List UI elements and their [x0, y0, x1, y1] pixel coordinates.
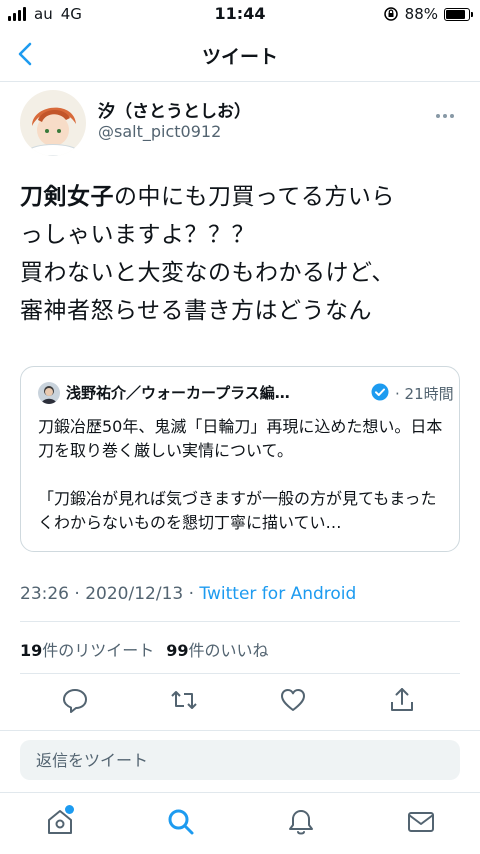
retweet-count[interactable]: 19件のリツイート	[20, 637, 154, 661]
home-notification-dot	[65, 805, 74, 814]
avatar[interactable]	[20, 90, 86, 156]
notifications-bell-icon[interactable]	[286, 807, 316, 837]
share-icon[interactable]	[388, 686, 416, 714]
meta-separator: ·	[188, 584, 195, 604]
source-app-link[interactable]: Twitter for Android	[199, 584, 356, 604]
divider	[20, 673, 460, 674]
rotation-lock-icon	[383, 7, 398, 21]
status-bar: au 4G 11:44 88%	[0, 0, 480, 28]
like-heart-icon[interactable]	[279, 686, 307, 714]
reply-input[interactable]	[20, 740, 460, 780]
tweet-actions	[0, 682, 480, 720]
tweet-highlight: 刀剣女子	[20, 184, 114, 210]
divider	[20, 621, 460, 622]
nav-header: ツイート	[0, 28, 480, 82]
retweet-icon[interactable]	[170, 686, 198, 714]
quoted-tweet-card[interactable]: 浅野祐介／ウォーカープラス編… · 21時間 刀鍛冶歴50年、鬼滅「日輪刀」再現…	[20, 366, 460, 552]
author-handle[interactable]: @salt_pict0912	[98, 122, 221, 141]
like-count[interactable]: 99件のいいね	[166, 637, 268, 661]
tweet-text: 刀剣女子の中にも刀買ってる方いら っしゃいますよ？？？ 買わないと大変なのもわか…	[20, 178, 465, 330]
quoted-time: · 21時間	[395, 385, 454, 403]
messages-envelope-icon[interactable]	[406, 807, 436, 837]
search-icon[interactable]	[166, 807, 196, 837]
bottom-tab-bar	[0, 792, 480, 854]
tweet-meta: 23:26 · 2020/12/13 · Twitter for Android	[20, 584, 356, 604]
reply-icon[interactable]	[61, 686, 89, 714]
battery-icon	[444, 7, 473, 21]
meta-separator: ·	[74, 584, 80, 604]
tweet-stats: 19件のリツイート 99件のいいね	[20, 637, 269, 661]
quoted-tweet-text: 刀鍛冶歴50年、鬼滅「日輪刀」再現に込めた想い。日本刀を取り巻く厳しい実情につい…	[38, 417, 443, 532]
more-options-icon[interactable]	[436, 103, 460, 118]
quoted-author-name: 浅野祐介／ウォーカープラス編…	[66, 384, 290, 402]
battery-percent: 88%	[404, 5, 438, 23]
status-right: 88%	[383, 5, 473, 23]
tweet-time: 23:26	[20, 584, 69, 604]
tweet-date: 2020/12/13	[85, 584, 184, 604]
verified-badge-icon	[371, 383, 389, 401]
page-title: ツイート	[201, 46, 278, 68]
author-name[interactable]: 汐（さとうとしお）	[98, 97, 251, 122]
quoted-avatar	[38, 382, 60, 404]
